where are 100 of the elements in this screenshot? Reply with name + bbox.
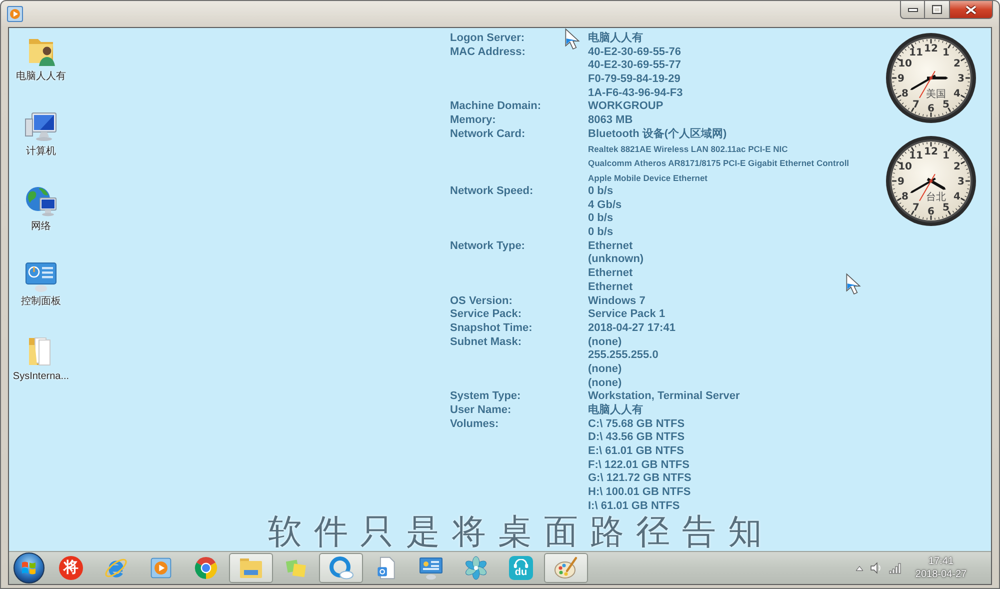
taskbar-button[interactable]: 将 <box>49 553 93 583</box>
info-value: WORKGROUP <box>588 100 664 114</box>
clock-numeral: 6 <box>928 206 934 218</box>
color-wheel-icon <box>193 555 219 581</box>
clock-city-label: 美国 <box>926 89 946 100</box>
info-label: Snapshot Time: <box>450 322 532 334</box>
info-value: Ethernet <box>588 240 633 254</box>
globe-monitor-icon[interactable] <box>24 184 58 218</box>
clock-numeral: 5 <box>942 202 950 214</box>
taskbar-button[interactable] <box>229 553 273 583</box>
clock-numeral: 7 <box>912 202 920 214</box>
info-value: Ethernet <box>588 280 633 294</box>
close-icon <box>965 4 977 14</box>
clock-numeral: 1 <box>942 48 950 59</box>
info-value: E:\ 61.01 GB NTFS <box>588 445 684 459</box>
desktop-icon-label[interactable]: SysInterna... <box>12 371 70 383</box>
clock-numeral: 10 <box>898 162 912 173</box>
info-label: Service Pack: <box>450 308 522 320</box>
clock-numeral: 3 <box>958 176 964 188</box>
video-subtitle: 软件只是将桌面路径告知 <box>268 515 774 549</box>
info-value: 255.255.255.0 <box>588 349 658 363</box>
close-button[interactable] <box>950 1 993 19</box>
info-value: I:\ 61.01 GB NTFS <box>588 500 680 514</box>
info-value: Ethernet <box>588 267 633 281</box>
info-value: (unknown) <box>588 253 644 268</box>
taskbar-button[interactable] <box>544 553 588 583</box>
clock-numeral: 4 <box>954 192 960 203</box>
info-label: Volumes: <box>450 418 499 430</box>
info-label: MAC Address: <box>450 46 526 58</box>
play-tile-icon <box>149 556 173 580</box>
desktop-icon-label[interactable]: 计算机 <box>26 146 56 158</box>
info-value: 电脑人人有 <box>588 32 643 46</box>
clock-numeral: 1 <box>942 150 950 162</box>
maximize-icon <box>932 5 942 14</box>
info-value: D:\ 43.56 GB NTFS <box>588 431 685 446</box>
info-label: Subnet Mask: <box>450 336 522 348</box>
palette-icon <box>553 555 579 581</box>
info-value: 8063 MB <box>588 114 633 128</box>
info-value: (none) <box>588 362 622 377</box>
start-orb-icon <box>13 552 45 584</box>
clock-numeral: 3 <box>958 74 964 85</box>
clock-numeral: 6 <box>928 104 934 115</box>
speaker-icon[interactable] <box>870 562 882 574</box>
info-value: 0 b/s <box>588 226 614 240</box>
clock-numeral: 2 <box>954 58 960 70</box>
info-value: (none) <box>588 376 622 390</box>
clock-city-label: 台北 <box>926 192 946 203</box>
info-label: User Name: <box>450 404 512 416</box>
info-value: Apple Mobile Device Ethernet <box>588 172 708 185</box>
info-label: OS Version: <box>450 294 512 306</box>
info-value: Realtek 8821AE Wireless LAN 802.11ac PCI-E NIC <box>588 142 788 156</box>
clock-face[interactable]: 11 12 1 10 2 9 3 8 美国 4 7 6 5 <box>885 32 977 124</box>
minimize-icon <box>908 8 918 12</box>
info-value: C:\ 75.68 GB NTFS <box>588 418 685 432</box>
caret-up-icon[interactable] <box>856 566 863 570</box>
clock-numeral: 12 <box>924 44 938 55</box>
desktop-icon-label[interactable]: 电脑人人有 <box>16 71 66 83</box>
clock-face[interactable]: 11 12 1 10 2 9 3 8 台北 4 7 6 5 <box>885 135 977 227</box>
info-value: F:\ 122.01 GB NTFS <box>588 458 690 472</box>
info-label: System Type: <box>450 390 521 402</box>
pinwheel-icon <box>463 555 489 581</box>
desktop-icon-label[interactable]: 控制面板 <box>21 296 61 308</box>
info-label: Logon Server: <box>450 32 525 44</box>
clock-numeral: 7 <box>912 100 920 111</box>
info-value: Windows 7 <box>588 294 646 308</box>
clock-numeral: 5 <box>942 100 950 111</box>
info-value: H:\ 100.01 GB NTFS <box>588 486 691 500</box>
clock-numeral: 2 <box>954 162 960 173</box>
info-value: Qualcomm Atheros AR8171/8175 PCI-E Gigabit Ethernet Controll <box>588 157 850 170</box>
clock-numeral: 8 <box>902 88 908 100</box>
info-label: Network Speed: <box>450 185 534 197</box>
clock-numeral: 11 <box>909 48 923 59</box>
info-value: 0 b/s <box>588 185 614 199</box>
info-label: Machine Domain: <box>450 100 542 112</box>
desktop-icon-label[interactable]: 网络 <box>31 221 51 233</box>
signal-bars-icon[interactable] <box>889 562 902 574</box>
ring-cloud-icon <box>328 555 354 581</box>
info-value: 1A-F6-43-96-94-F3 <box>588 86 683 100</box>
info-value: (none) <box>588 336 622 350</box>
clock-numeral: 9 <box>898 74 904 85</box>
info-value: 40-E2-30-69-55-76 <box>588 46 681 60</box>
cursor-icon <box>845 273 862 295</box>
play-app-icon[interactable] <box>7 6 23 22</box>
info-value: Bluetooth 设备(个人区域网) <box>588 128 727 142</box>
clock-numeral: 12 <box>924 146 938 158</box>
info-value: 40-E2-30-69-55-77 <box>588 59 681 74</box>
maximize-button[interactable] <box>925 1 950 19</box>
clock-numeral: 8 <box>902 192 908 203</box>
clock-numeral: 4 <box>954 88 960 100</box>
info-value: Workstation, Terminal Server <box>588 390 740 404</box>
info-value: 电脑人人有 <box>588 404 643 418</box>
info-value: 0 b/s <box>588 212 614 226</box>
headphones-icon <box>513 558 529 568</box>
minimize-button[interactable] <box>900 1 925 19</box>
taskbar-button[interactable] <box>319 553 363 583</box>
info-label: Network Card: <box>450 128 526 140</box>
clock-numeral: 9 <box>898 176 904 188</box>
info-value: Service Pack 1 <box>588 308 666 322</box>
info-value: F0-79-59-84-19-29 <box>588 73 680 87</box>
info-value: 4 Gb/s <box>588 198 622 212</box>
